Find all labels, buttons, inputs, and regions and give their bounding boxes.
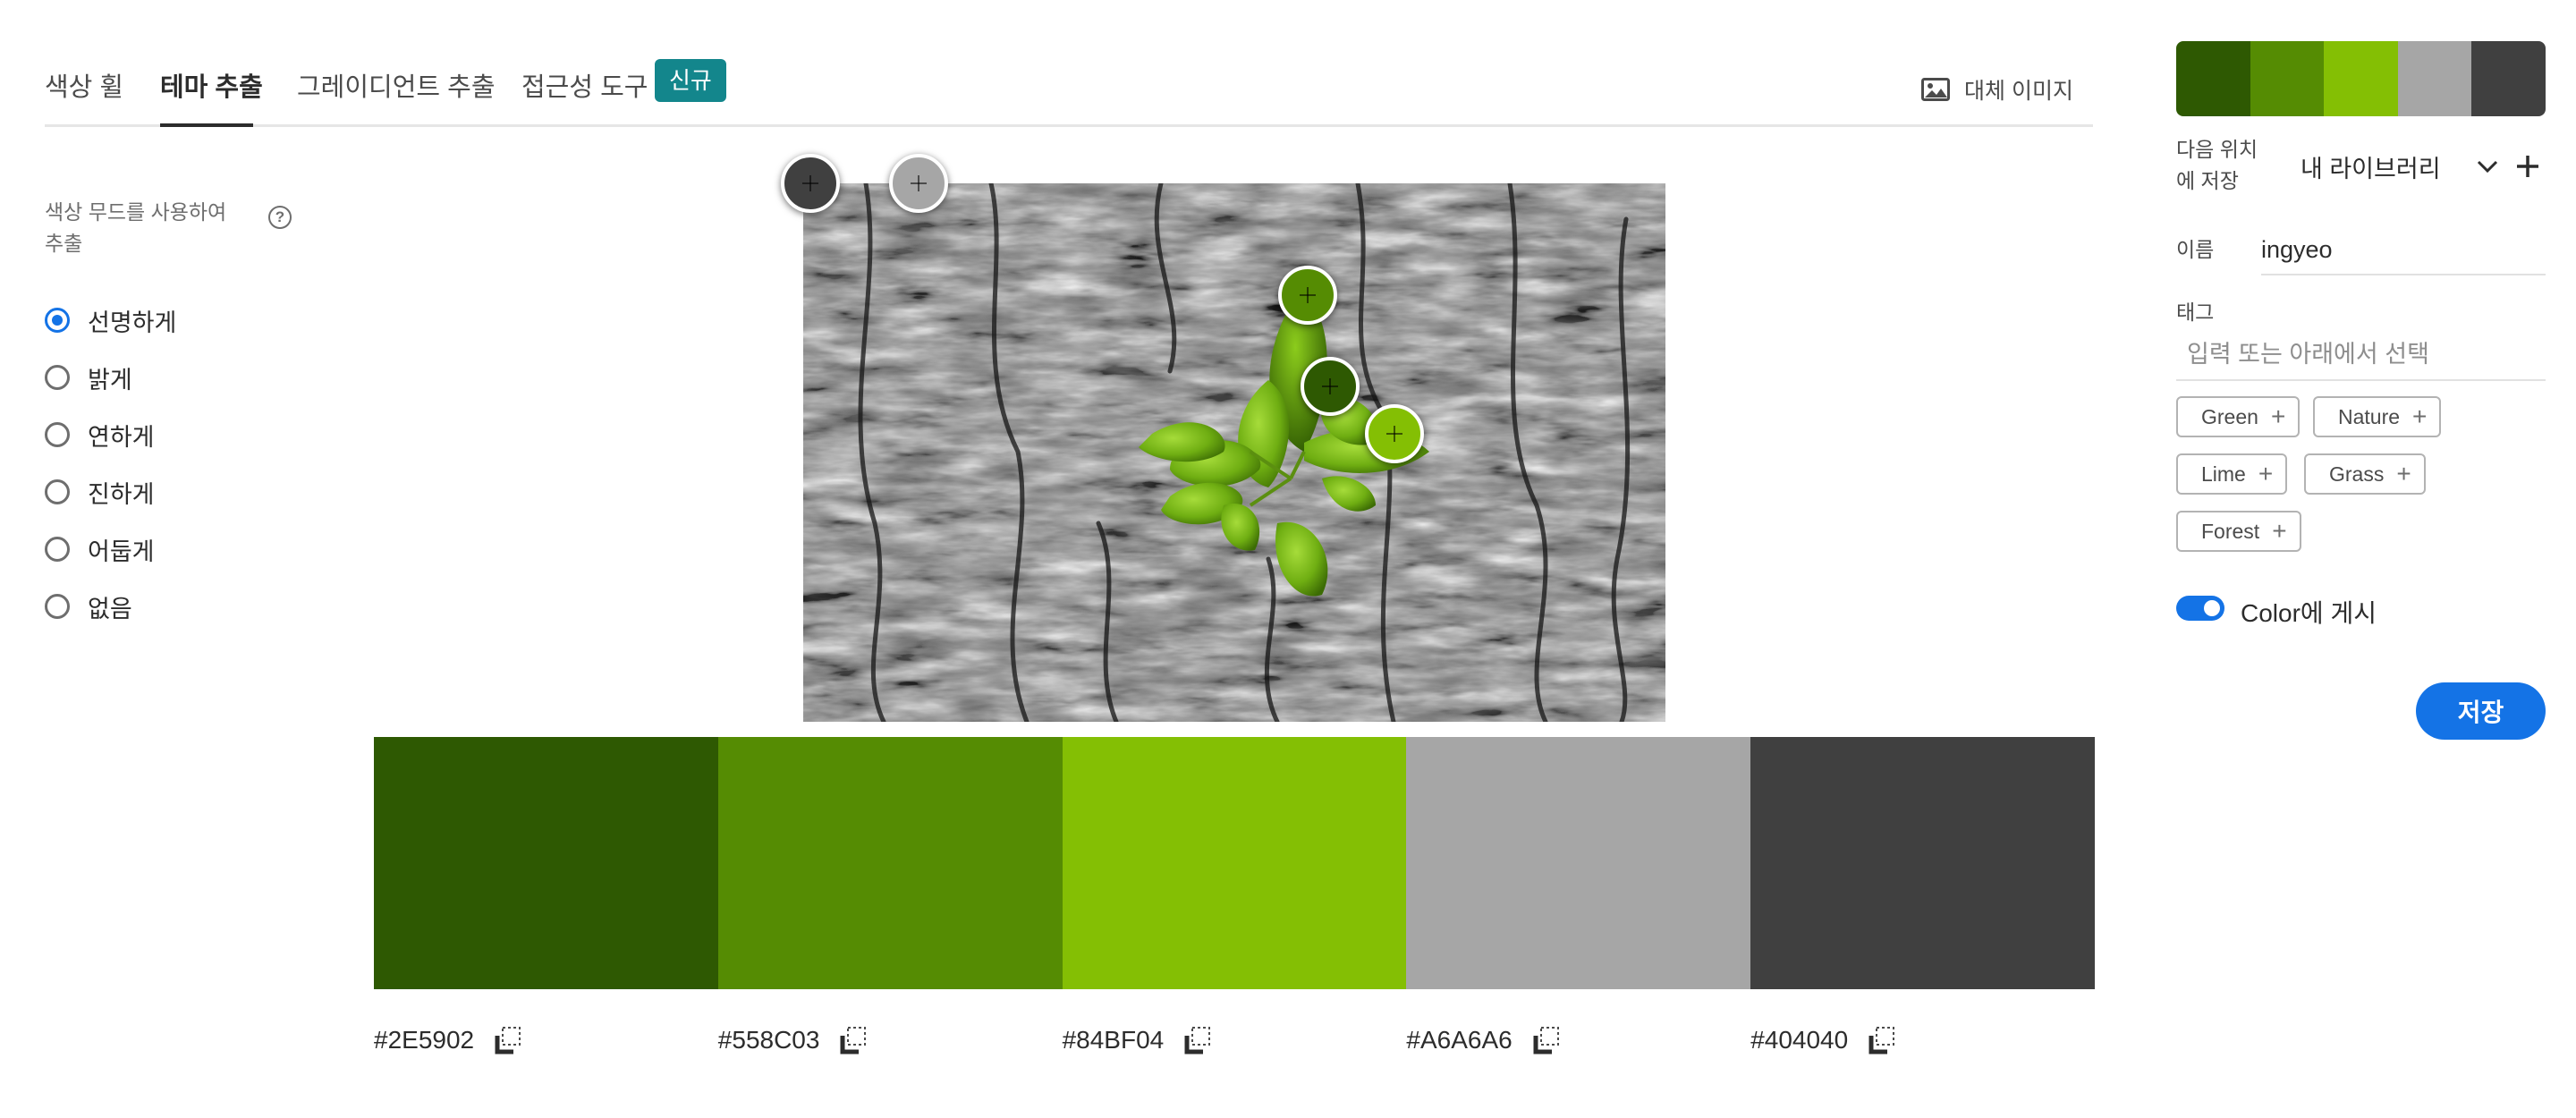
preview-swatch-2 <box>2250 41 2325 116</box>
color-mood-label: 색상 무드를 사용하여 추출 <box>45 200 227 255</box>
hex-code: #404040 <box>1750 1026 1849 1054</box>
hex-code-item: #558C03 <box>718 1025 1063 1055</box>
save-button[interactable]: 저장 <box>2416 682 2546 740</box>
active-tab-indicator <box>160 123 253 127</box>
mood-option-muted[interactable]: 연하게 <box>45 406 176 463</box>
mood-option-deep[interactable]: 진하게 <box>45 463 176 521</box>
hex-code: #2E5902 <box>374 1026 475 1054</box>
publish-toggle[interactable] <box>2176 596 2224 621</box>
mood-option-dark[interactable]: 어둡게 <box>45 521 176 578</box>
help-icon[interactable]: ? <box>268 206 292 229</box>
radio-button[interactable] <box>45 537 70 562</box>
tag-label: 태그 <box>2176 301 2215 324</box>
tag-chip-forest[interactable]: Forest + <box>2176 511 2301 552</box>
hex-code-item: #404040 <box>1750 1025 2095 1055</box>
mood-option-label: 선명하게 <box>88 309 177 336</box>
preview-swatch-3 <box>2324 41 2398 116</box>
source-image <box>803 183 1665 722</box>
hex-code-row: #2E5902 #558C03 #84BF04 #A6A6A6 #404040 <box>374 1025 2095 1055</box>
mood-option-vivid[interactable]: 선명하게 <box>45 292 176 349</box>
publish-label: Color에 게시 <box>2241 599 2377 627</box>
mood-option-none[interactable]: 없음 <box>45 578 176 635</box>
mood-option-label: 없음 <box>88 595 132 623</box>
tag-input[interactable] <box>2176 329 2546 381</box>
preview-swatch-4 <box>2397 41 2472 116</box>
radio-button[interactable] <box>45 594 70 619</box>
radio-button[interactable] <box>45 479 70 504</box>
copy-icon[interactable] <box>1532 1025 1563 1055</box>
hex-code-item: #A6A6A6 <box>1406 1025 1750 1055</box>
plus-icon: + <box>2272 517 2287 545</box>
color-swatch-row <box>374 737 2095 989</box>
color-swatch-4[interactable] <box>1406 737 1751 989</box>
tag-chip-nature[interactable]: Nature + <box>2313 396 2442 437</box>
copy-icon[interactable] <box>1868 1025 1898 1055</box>
radio-button[interactable] <box>45 422 70 447</box>
copy-icon[interactable] <box>1183 1025 1214 1055</box>
tab-accessibility-tools[interactable]: 접근성 도구 <box>521 66 648 104</box>
plus-icon: + <box>2270 402 2286 430</box>
plus-icon: + <box>2412 402 2428 430</box>
library-dropdown[interactable]: 내 라이브러리 <box>2301 149 2441 184</box>
add-library-icon[interactable] <box>2515 154 2540 179</box>
tag-chip-label: Grass <box>2329 462 2385 486</box>
new-badge: 신규 <box>655 59 726 102</box>
mood-option-label: 진하게 <box>88 480 155 508</box>
save-to-label: 다음 위치에 저장 <box>2176 138 2258 192</box>
tab-color-wheel[interactable]: 색상 휠 <box>45 66 123 104</box>
alternate-image-label: 대체 이미지 <box>1964 79 2073 104</box>
preview-swatch-1 <box>2176 41 2250 116</box>
mood-option-label: 연하게 <box>88 423 155 451</box>
tag-chip-lime[interactable]: Lime + <box>2176 453 2288 495</box>
color-swatch-5[interactable] <box>1750 737 2095 989</box>
tab-extract-theme[interactable]: 테마 추출 <box>160 66 263 104</box>
color-picker-handle-3[interactable] <box>1365 404 1424 463</box>
preview-swatch-5 <box>2471 41 2546 116</box>
color-picker-handle-1[interactable] <box>1301 357 1360 416</box>
radio-button[interactable] <box>45 365 70 390</box>
copy-icon[interactable] <box>494 1025 524 1055</box>
color-mood-radio-group: 선명하게 밝게 연하게 진하게 어둡게 없음 <box>45 292 176 635</box>
tag-chip-green[interactable]: Green + <box>2176 396 2301 437</box>
tag-chip-label: Nature <box>2338 404 2401 428</box>
mood-option-bright[interactable]: 밝게 <box>45 349 176 406</box>
tag-chip-grass[interactable]: Grass + <box>2304 453 2426 495</box>
tag-chip-label: Forest <box>2201 519 2260 543</box>
tree-bark-with-leaves-image <box>803 183 1665 722</box>
plus-icon: + <box>2258 460 2274 487</box>
hex-code-item: #84BF04 <box>1063 1025 1407 1055</box>
theme-name-input[interactable] <box>2261 225 2546 275</box>
color-swatch-1[interactable] <box>374 737 718 989</box>
plus-icon: + <box>2396 460 2411 487</box>
copy-icon[interactable] <box>839 1025 869 1055</box>
tab-extract-gradient[interactable]: 그레이디언트 추출 <box>297 66 496 104</box>
radio-button[interactable] <box>45 308 70 333</box>
chevron-down-icon[interactable] <box>2476 159 2499 174</box>
name-label: 이름 <box>2176 238 2215 261</box>
tag-chip-label: Lime <box>2201 462 2246 486</box>
color-swatch-3[interactable] <box>1062 737 1407 989</box>
color-swatch-2[interactable] <box>717 737 1063 989</box>
theme-preview-palette <box>2176 41 2546 116</box>
image-icon <box>1921 78 1951 101</box>
hex-code: #558C03 <box>717 1026 820 1054</box>
tag-chip-label: Green <box>2201 404 2258 428</box>
color-picker-handle-2[interactable] <box>1278 266 1337 325</box>
hex-code-item: #2E5902 <box>374 1025 718 1055</box>
color-picker-handle-5[interactable] <box>781 154 840 213</box>
color-picker-handle-4[interactable] <box>889 154 948 213</box>
hex-code: #A6A6A6 <box>1406 1026 1513 1054</box>
hex-code: #84BF04 <box>1062 1026 1165 1054</box>
mood-option-label: 밝게 <box>88 366 132 394</box>
mood-option-label: 어둡게 <box>88 538 155 565</box>
tab-bar: 색상 휠 테마 추출 그레이디언트 추출 접근성 도구 신규 대체 이미지 <box>45 55 2093 127</box>
alternate-image-button[interactable]: 대체 이미지 <box>1921 73 2073 106</box>
